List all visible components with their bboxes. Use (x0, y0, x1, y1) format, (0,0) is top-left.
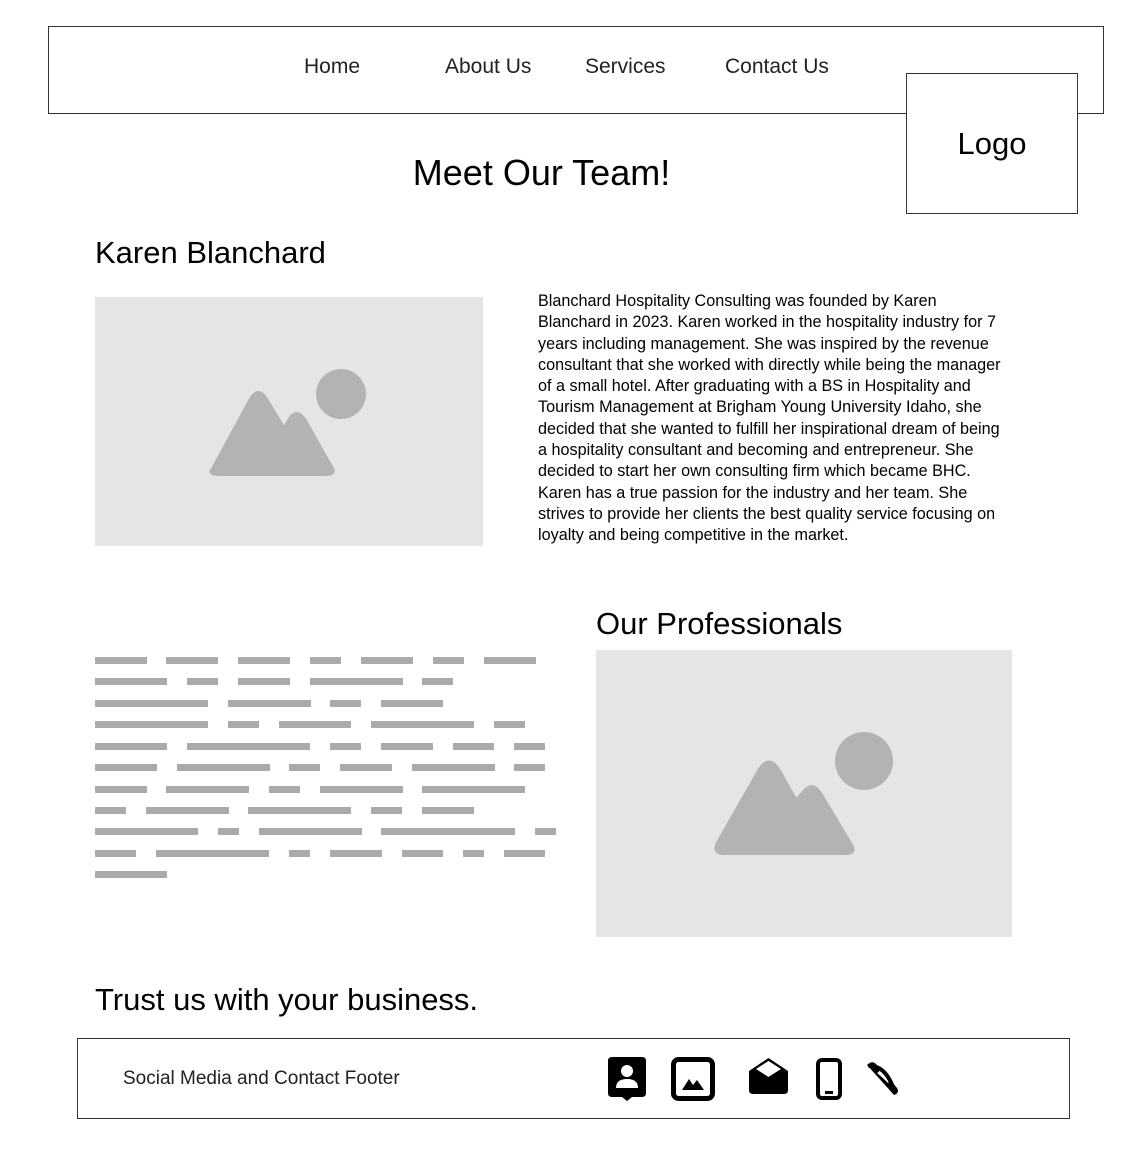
image-icon[interactable] (671, 1057, 715, 1101)
image-placeholder-icon (209, 369, 366, 476)
text-placeholder-lines (95, 657, 565, 879)
nav-item-services[interactable]: Services (585, 55, 666, 79)
contact-card-icon[interactable] (608, 1057, 646, 1101)
nav-item-contact-us[interactable]: Contact Us (725, 55, 829, 79)
section-title-professionals: Our Professionals (596, 606, 843, 641)
phone-handset-icon[interactable] (864, 1060, 902, 1096)
tagline: Trust us with your business. (95, 982, 479, 1017)
professionals-photo-placeholder (596, 650, 1012, 937)
person-name: Karen Blanchard (95, 235, 326, 270)
nav-item-home[interactable]: Home (304, 55, 360, 79)
bio-paragraph: Blanchard Hospitality Consulting was fou… (538, 292, 1001, 545)
team-member-photo-placeholder (95, 297, 483, 546)
mobile-phone-icon[interactable] (816, 1058, 842, 1100)
envelope-icon[interactable] (749, 1058, 788, 1094)
nav-item-about-us[interactable]: About Us (445, 55, 531, 79)
page-title: Meet Our Team! (412, 152, 671, 193)
footer-label: Social Media and Contact Footer (123, 1068, 400, 1089)
image-placeholder-icon (714, 732, 893, 855)
